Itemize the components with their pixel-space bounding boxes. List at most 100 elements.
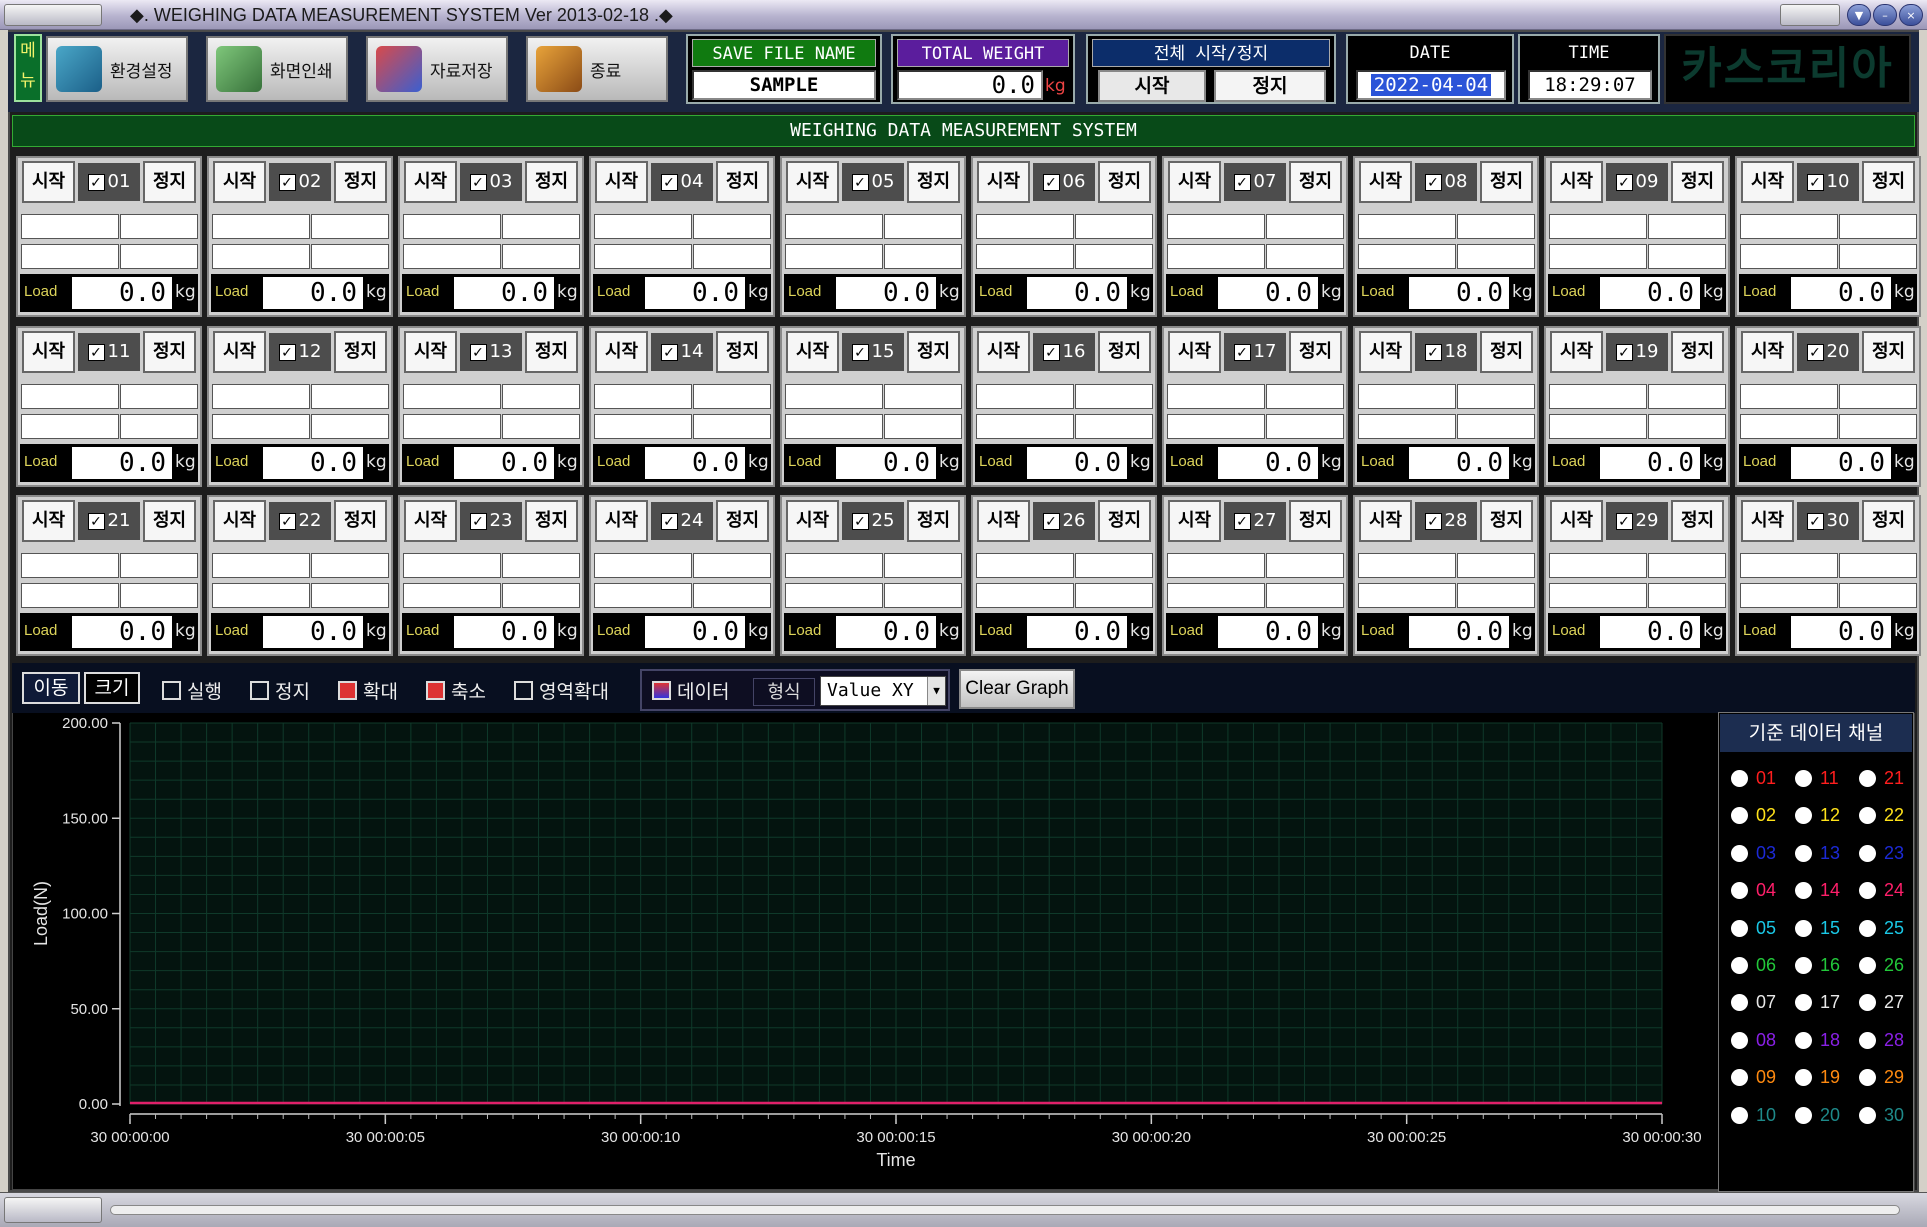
channel-field[interactable] xyxy=(1167,553,1265,578)
radio-icon[interactable] xyxy=(1795,807,1812,825)
reference-channel-option[interactable]: 18 xyxy=(1795,1030,1840,1051)
channel-select[interactable]: ✓ 11 xyxy=(78,333,140,371)
radio-icon[interactable] xyxy=(1795,882,1812,900)
channel-field[interactable] xyxy=(1358,214,1456,239)
channel-field[interactable] xyxy=(785,214,883,239)
radio-icon[interactable] xyxy=(1731,957,1748,974)
channel-field[interactable] xyxy=(594,553,692,578)
channel-start-button[interactable]: 시작 xyxy=(1550,500,1603,542)
channel-field[interactable] xyxy=(884,384,962,409)
channel-stop-button[interactable]: 정지 xyxy=(334,161,387,203)
channel-field[interactable] xyxy=(976,384,1074,409)
reference-channel-option[interactable]: 22 xyxy=(1859,805,1904,826)
channel-field[interactable] xyxy=(212,414,310,439)
channel-select[interactable]: ✓ 21 xyxy=(78,502,140,540)
channel-field[interactable] xyxy=(502,583,580,608)
channel-start-button[interactable]: 시작 xyxy=(1359,500,1412,542)
channel-field[interactable] xyxy=(502,414,580,439)
channel-field[interactable] xyxy=(21,583,119,608)
channel-select[interactable]: ✓ 13 xyxy=(460,333,522,371)
channel-field[interactable] xyxy=(403,384,501,409)
run-button[interactable]: 실행 xyxy=(162,677,222,704)
channel-field[interactable] xyxy=(403,214,501,239)
menu-tab[interactable]: 메뉴 xyxy=(14,34,42,102)
channel-field[interactable] xyxy=(21,553,119,578)
radio-icon[interactable] xyxy=(1731,994,1748,1012)
checkbox-icon[interactable]: ✓ xyxy=(469,173,487,191)
channel-field[interactable] xyxy=(120,244,198,269)
channel-field[interactable] xyxy=(502,384,580,409)
channel-field[interactable] xyxy=(1839,384,1917,409)
channel-field[interactable] xyxy=(1648,384,1726,409)
channel-field[interactable] xyxy=(1839,414,1917,439)
channel-field[interactable] xyxy=(311,414,389,439)
reference-channel-option[interactable]: 06 xyxy=(1731,955,1776,976)
channel-start-button[interactable]: 시작 xyxy=(22,331,75,373)
channel-select[interactable]: ✓ 08 xyxy=(1415,163,1477,201)
channel-stop-button[interactable]: 정지 xyxy=(1480,500,1533,542)
reference-channel-option[interactable]: 01 xyxy=(1731,768,1776,789)
channel-select[interactable]: ✓ 16 xyxy=(1033,333,1095,371)
channel-start-button[interactable]: 시작 xyxy=(404,161,457,203)
checkbox-icon[interactable]: ✓ xyxy=(1042,173,1060,191)
channel-stop-button[interactable]: 정지 xyxy=(1862,500,1915,542)
channel-field[interactable] xyxy=(976,414,1074,439)
channel-start-button[interactable]: 시작 xyxy=(595,331,648,373)
channel-field[interactable] xyxy=(1167,583,1265,608)
radio-icon[interactable] xyxy=(1859,807,1876,825)
radio-icon[interactable] xyxy=(1859,919,1876,937)
channel-field[interactable] xyxy=(1075,214,1153,239)
channel-select[interactable]: ✓ 25 xyxy=(842,502,904,540)
checkbox-icon[interactable]: ✓ xyxy=(278,343,296,361)
channel-start-button[interactable]: 시작 xyxy=(1168,161,1221,203)
channel-stop-button[interactable]: 정지 xyxy=(1289,161,1342,203)
zoom-out-button[interactable]: 축소 xyxy=(426,677,486,704)
channel-field[interactable] xyxy=(785,553,883,578)
radio-icon[interactable] xyxy=(1731,1106,1748,1124)
radio-icon[interactable] xyxy=(1795,957,1812,974)
channel-stop-button[interactable]: 정지 xyxy=(1480,161,1533,203)
radio-icon[interactable] xyxy=(1795,919,1812,937)
channel-field[interactable] xyxy=(594,384,692,409)
channel-start-button[interactable]: 시작 xyxy=(1168,331,1221,373)
channel-stop-button[interactable]: 정지 xyxy=(1289,331,1342,373)
channel-start-button[interactable]: 시작 xyxy=(977,500,1030,542)
channel-field[interactable] xyxy=(1549,414,1647,439)
checkbox-icon[interactable]: ✓ xyxy=(1233,173,1251,191)
channel-field[interactable] xyxy=(403,583,501,608)
channel-field[interactable] xyxy=(1075,414,1153,439)
channel-field[interactable] xyxy=(21,214,119,239)
reference-channel-option[interactable]: 11 xyxy=(1795,768,1839,789)
radio-icon[interactable] xyxy=(1795,770,1812,787)
channel-field[interactable] xyxy=(1358,553,1456,578)
radio-icon[interactable] xyxy=(1795,844,1812,862)
channel-select[interactable]: ✓ 07 xyxy=(1224,163,1286,201)
channel-field[interactable] xyxy=(1167,414,1265,439)
channel-field[interactable] xyxy=(403,244,501,269)
save-file-name-field[interactable]: SAMPLE xyxy=(692,70,876,100)
radio-icon[interactable] xyxy=(1859,957,1876,974)
channel-field[interactable] xyxy=(1358,414,1456,439)
channel-field[interactable] xyxy=(502,244,580,269)
reference-channel-option[interactable]: 27 xyxy=(1859,992,1904,1013)
settings-button[interactable]: 환경설정 xyxy=(46,36,188,102)
channel-field[interactable] xyxy=(976,214,1074,239)
channel-field[interactable] xyxy=(693,384,771,409)
checkbox-icon[interactable]: ✓ xyxy=(1615,173,1633,191)
channel-stop-button[interactable]: 정지 xyxy=(525,331,578,373)
channel-field[interactable] xyxy=(1457,384,1535,409)
all-start-button[interactable]: 시작 xyxy=(1098,70,1206,102)
reference-channel-option[interactable]: 13 xyxy=(1795,843,1840,864)
channel-field[interactable] xyxy=(1358,583,1456,608)
channel-select[interactable]: ✓ 09 xyxy=(1606,163,1668,201)
reference-channel-option[interactable]: 21 xyxy=(1859,768,1904,789)
channel-start-button[interactable]: 시작 xyxy=(786,500,839,542)
channel-stop-button[interactable]: 정지 xyxy=(1098,500,1151,542)
channel-stop-button[interactable]: 정지 xyxy=(143,331,196,373)
channel-field[interactable] xyxy=(1266,214,1344,239)
channel-field[interactable] xyxy=(884,214,962,239)
checkbox-icon[interactable]: ✓ xyxy=(851,173,869,191)
checkbox-icon[interactable]: ✓ xyxy=(87,343,105,361)
radio-icon[interactable] xyxy=(1731,807,1748,825)
channel-select[interactable]: ✓ 10 xyxy=(1797,163,1859,201)
